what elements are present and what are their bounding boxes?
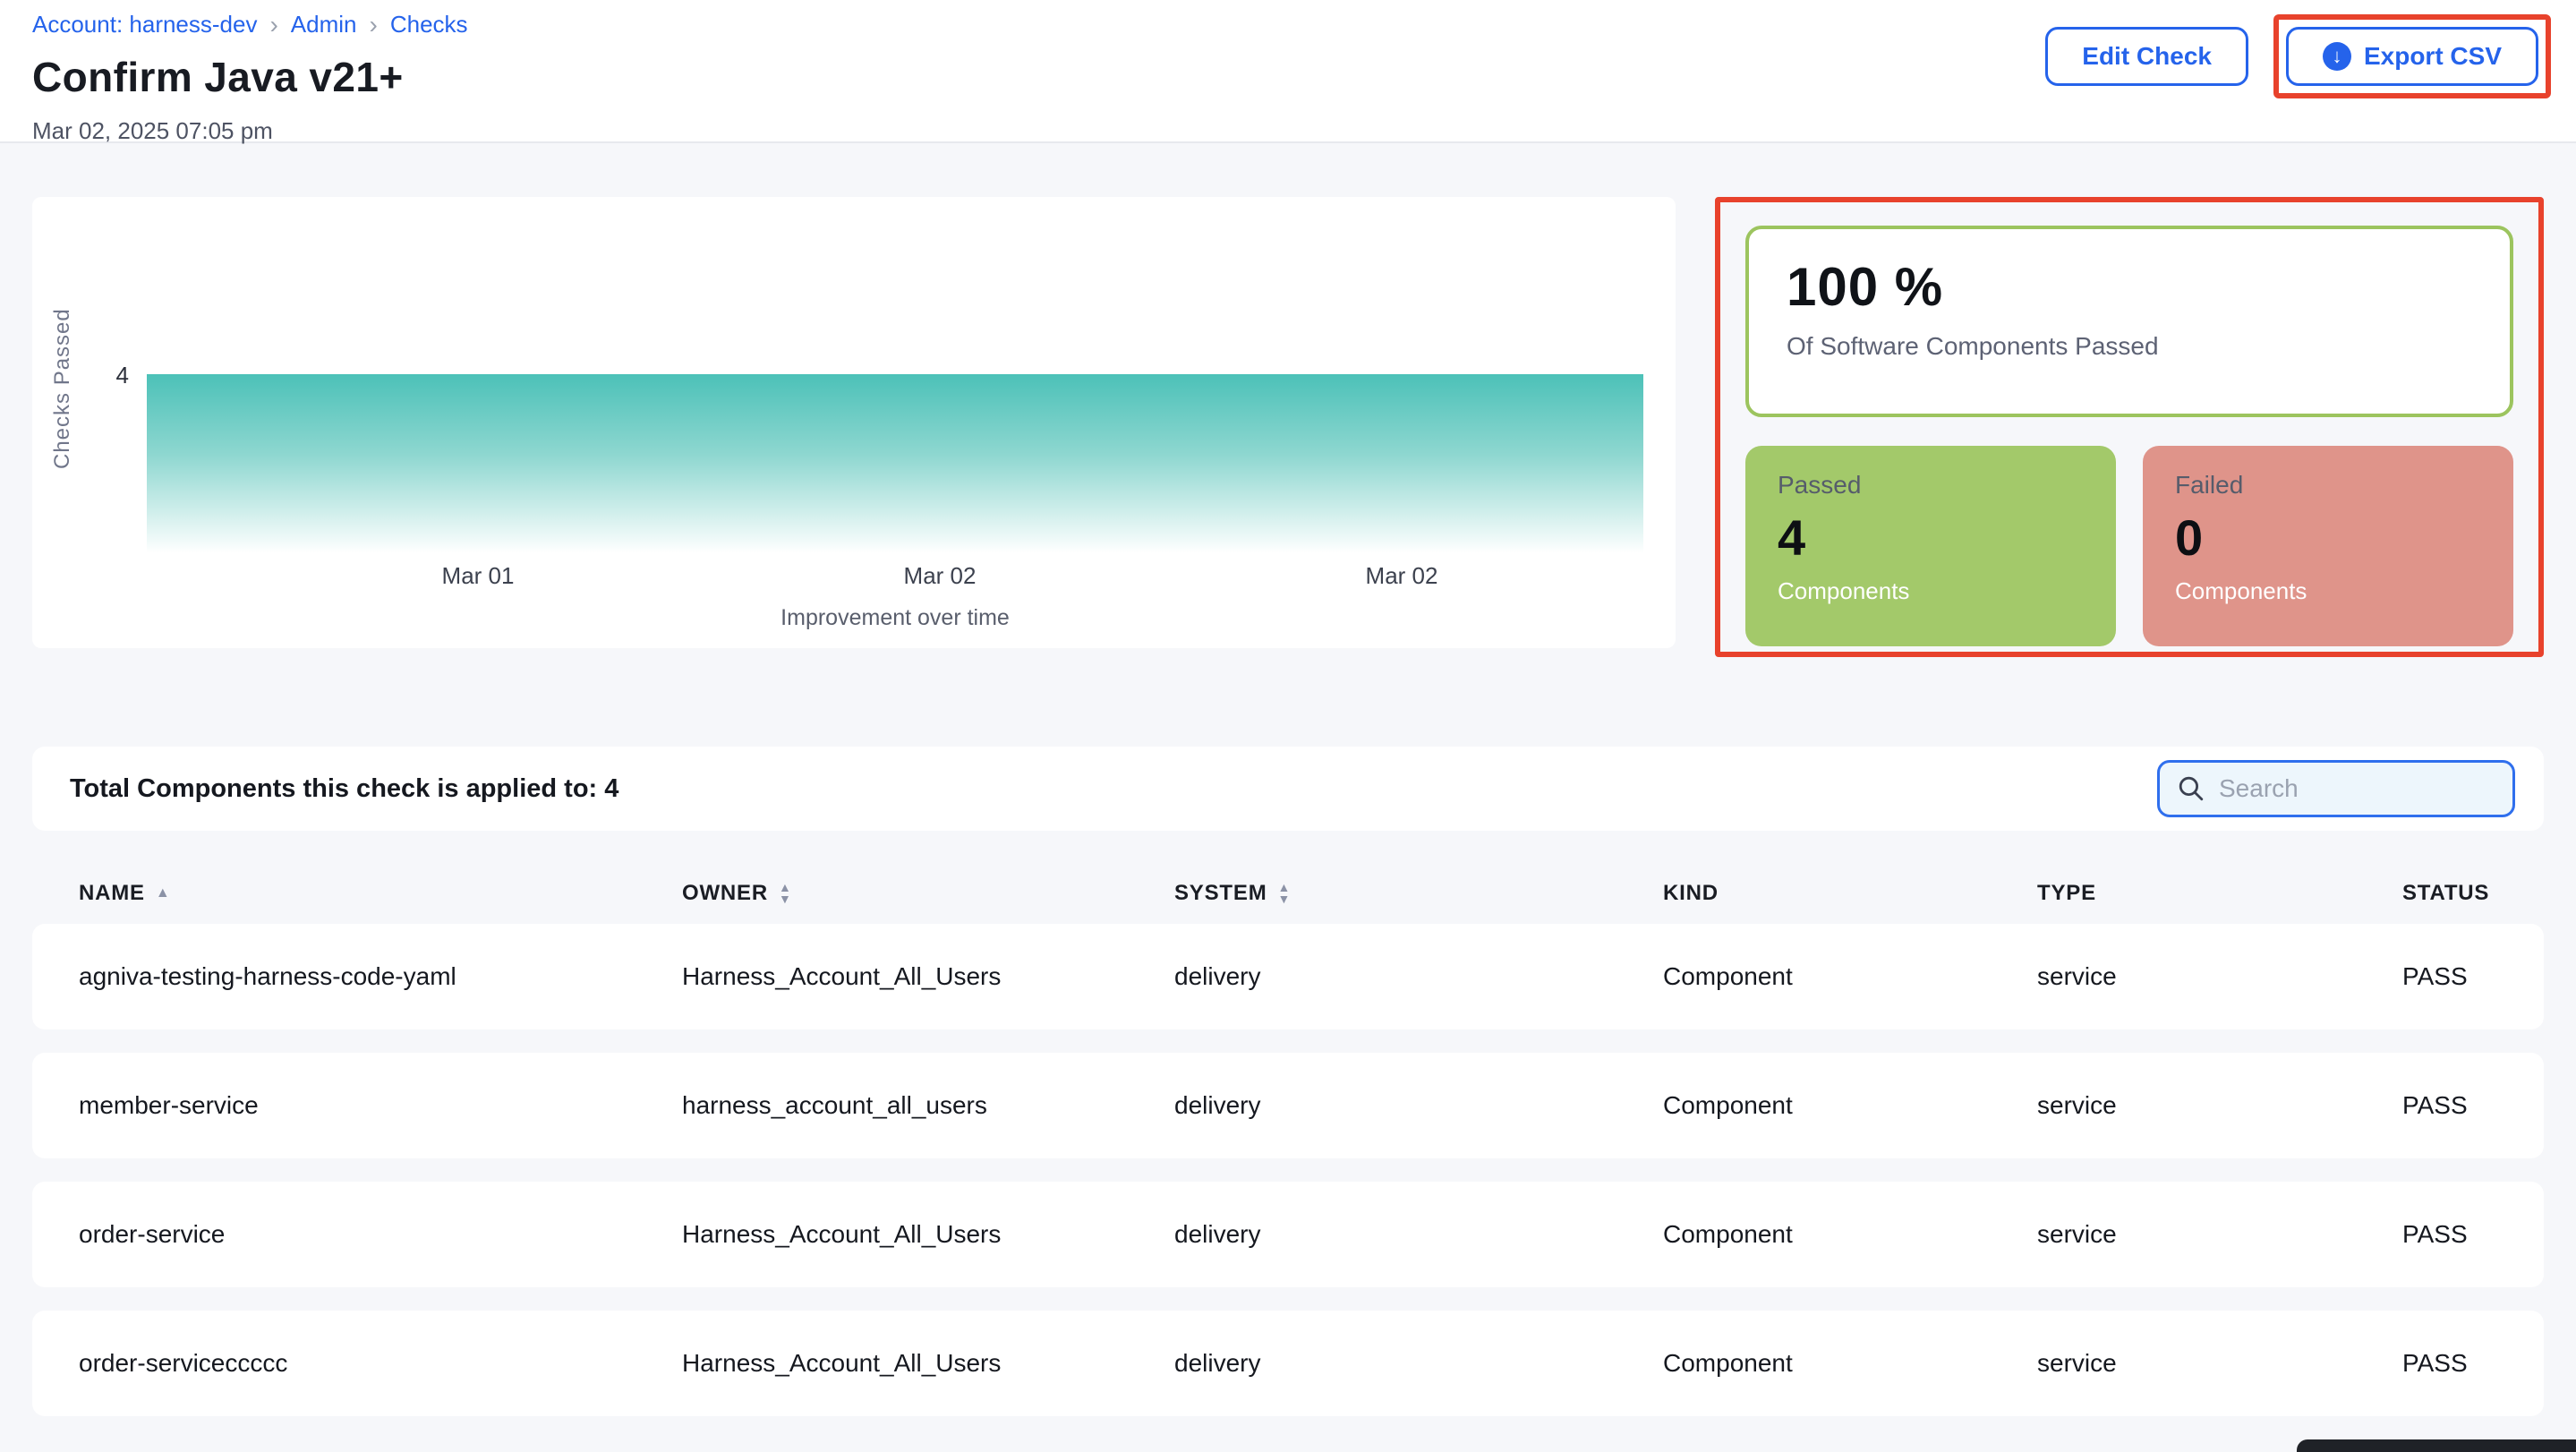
cell-name: agniva-testing-harness-code-yaml <box>79 962 682 991</box>
table-body: agniva-testing-harness-code-yaml Harness… <box>32 924 2544 1416</box>
cell-type: service <box>2037 1349 2402 1378</box>
column-header-label: TYPE <box>2037 881 2096 906</box>
cell-status: PASS <box>2402 1349 2508 1378</box>
cell-name: order-serviceccccc <box>79 1349 682 1378</box>
checks-passed-chart: Checks Passed 4 Mar 01 Mar 02 Mar 02 Imp… <box>32 197 1676 648</box>
main-content: Checks Passed 4 Mar 01 Mar 02 Mar 02 Imp… <box>0 143 2576 1416</box>
cell-owner: Harness_Account_All_Users <box>682 1349 1174 1378</box>
stats-highlight-box: 100 % Of Software Components Passed Pass… <box>1715 197 2544 657</box>
column-header-type: TYPE <box>2037 881 2402 906</box>
cell-kind: Component <box>1663 962 2037 991</box>
sort-ascending-icon: ▲ <box>156 886 171 901</box>
column-header-owner[interactable]: OWNER ▲▼ <box>682 881 1174 906</box>
search-icon <box>2178 775 2205 802</box>
page-header: Account: harness-dev › Admin › Checks Co… <box>0 0 2576 143</box>
cell-status: PASS <box>2402 962 2508 991</box>
cell-status: PASS <box>2402 1091 2508 1120</box>
header-actions: Edit Check ↓ Export CSV <box>2045 14 2551 98</box>
export-csv-button-label: Export CSV <box>2364 42 2502 71</box>
cell-status: PASS <box>2402 1220 2508 1249</box>
table-header-row: NAME ▲ OWNER ▲▼ SYSTEM ▲▼ KIND TYPE STAT… <box>32 863 2544 924</box>
failed-unit: Components <box>2175 577 2481 605</box>
cell-owner: Harness_Account_All_Users <box>682 1220 1174 1249</box>
export-csv-button[interactable]: ↓ Export CSV <box>2286 27 2538 86</box>
chart-y-axis-label: Checks Passed <box>50 299 75 478</box>
chart-area-series <box>147 374 1643 553</box>
stats-panel: 100 % Of Software Components Passed Pass… <box>1715 197 2544 657</box>
cell-type: service <box>2037 1220 2402 1249</box>
column-header-status: STATUS <box>2402 881 2508 906</box>
percent-passed-value: 100 % <box>1787 256 2472 318</box>
breadcrumb-account-link[interactable]: Account: harness-dev <box>32 11 257 38</box>
column-header-name[interactable]: NAME ▲ <box>79 881 682 906</box>
percent-passed-caption: Of Software Components Passed <box>1787 332 2472 361</box>
cell-owner: Harness_Account_All_Users <box>682 962 1174 991</box>
toast-peek <box>2297 1439 2576 1452</box>
components-summary-text: Total Components this check is applied t… <box>70 774 618 804</box>
chevron-right-icon: › <box>269 13 277 37</box>
table-row[interactable]: order-service Harness_Account_All_Users … <box>32 1182 2544 1287</box>
cell-kind: Component <box>1663 1349 2037 1378</box>
table-row[interactable]: order-serviceccccc Harness_Account_All_U… <box>32 1311 2544 1416</box>
column-header-label: STATUS <box>2402 881 2489 906</box>
passed-value: 4 <box>1778 508 2084 567</box>
chevron-right-icon: › <box>370 13 378 37</box>
column-header-system[interactable]: SYSTEM ▲▼ <box>1174 881 1663 906</box>
breadcrumb-checks-link[interactable]: Checks <box>390 11 468 38</box>
passed-unit: Components <box>1778 577 2084 605</box>
cell-system: delivery <box>1174 1091 1663 1120</box>
passed-card: Passed 4 Components <box>1745 446 2116 646</box>
cell-name: order-service <box>79 1220 682 1249</box>
chart-y-tick: 4 <box>86 362 129 389</box>
check-timestamp: Mar 02, 2025 07:05 pm <box>32 117 2544 145</box>
breadcrumb-admin-link[interactable]: Admin <box>291 11 357 38</box>
column-header-label: KIND <box>1663 881 1719 906</box>
table-row[interactable]: member-service harness_account_all_users… <box>32 1053 2544 1158</box>
column-header-label: NAME <box>79 881 145 906</box>
export-csv-highlight-box: ↓ Export CSV <box>2273 14 2551 98</box>
sort-icon: ▲▼ <box>779 882 792 905</box>
column-header-label: SYSTEM <box>1174 881 1267 906</box>
components-summary-bar: Total Components this check is applied t… <box>32 747 2544 831</box>
download-icon: ↓ <box>2323 42 2351 71</box>
cell-system: delivery <box>1174 1220 1663 1249</box>
cell-system: delivery <box>1174 1349 1663 1378</box>
failed-value: 0 <box>2175 508 2481 567</box>
search-box[interactable] <box>2157 760 2515 817</box>
cell-name: member-service <box>79 1091 682 1120</box>
sort-icon: ▲▼ <box>1277 882 1291 905</box>
table-row[interactable]: agniva-testing-harness-code-yaml Harness… <box>32 924 2544 1029</box>
chart-x-tick: Mar 02 <box>904 562 977 590</box>
passed-label: Passed <box>1778 471 2084 500</box>
cell-type: service <box>2037 962 2402 991</box>
failed-card: Failed 0 Components <box>2143 446 2513 646</box>
chart-x-axis-label: Improvement over time <box>780 605 1010 631</box>
cell-kind: Component <box>1663 1091 2037 1120</box>
chart-x-tick: Mar 02 <box>1366 562 1438 590</box>
edit-check-button[interactable]: Edit Check <box>2045 27 2248 86</box>
search-input[interactable] <box>2219 774 2495 803</box>
column-header-kind: KIND <box>1663 881 2037 906</box>
cell-type: service <box>2037 1091 2402 1120</box>
cell-kind: Component <box>1663 1220 2037 1249</box>
cell-system: delivery <box>1174 962 1663 991</box>
failed-label: Failed <box>2175 471 2481 500</box>
percent-passed-card: 100 % Of Software Components Passed <box>1745 226 2513 417</box>
edit-check-button-label: Edit Check <box>2082 42 2212 71</box>
cell-owner: harness_account_all_users <box>682 1091 1174 1120</box>
column-header-label: OWNER <box>682 881 768 906</box>
chart-x-tick: Mar 01 <box>442 562 515 590</box>
